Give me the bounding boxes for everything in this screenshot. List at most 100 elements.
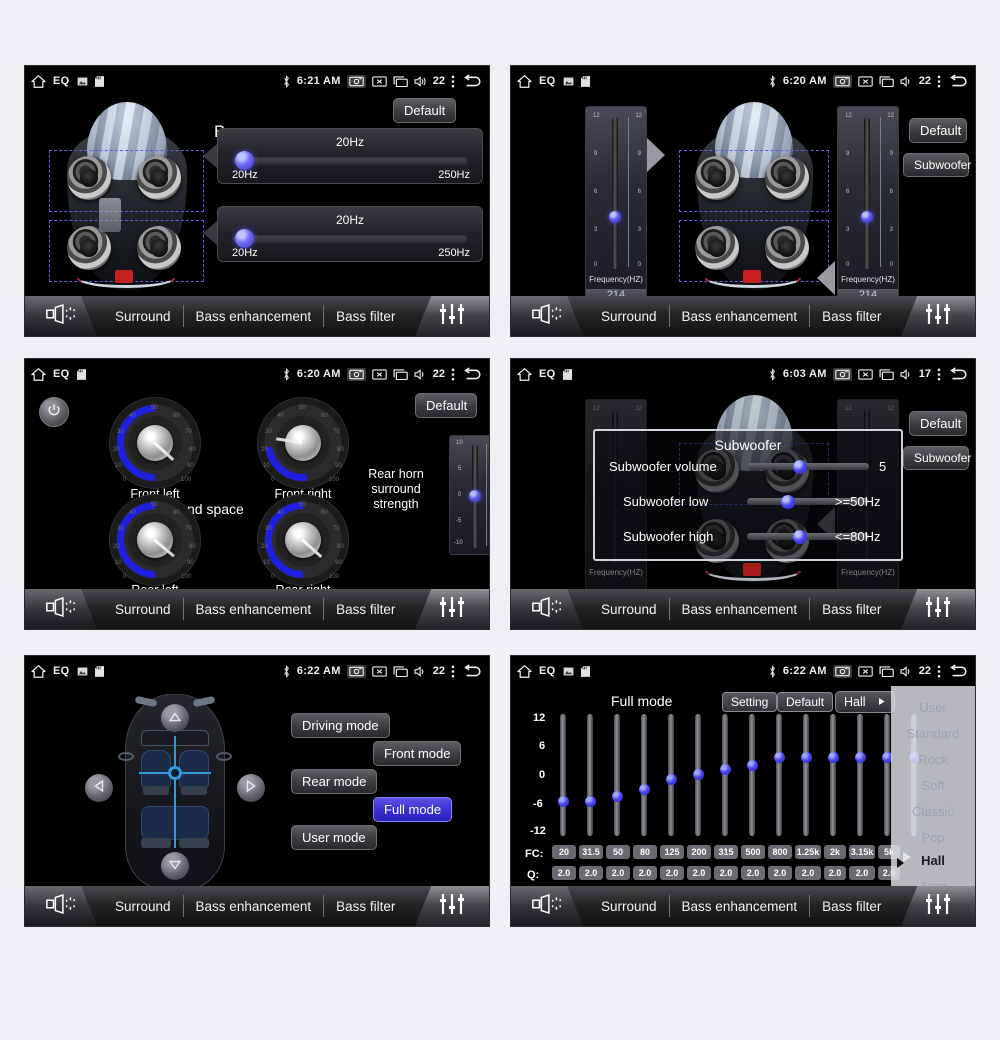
slider-track-2[interactable]: [232, 234, 468, 243]
back-icon[interactable]: [461, 74, 483, 88]
nudge-right-button[interactable]: [237, 774, 265, 802]
setting-button[interactable]: Setting: [722, 692, 778, 712]
eq-slider-slot[interactable]: [587, 714, 593, 836]
bass-range-slider-1[interactable]: 20Hz 20Hz 250Hz: [217, 128, 483, 184]
default-button[interactable]: Default: [909, 411, 967, 436]
nudge-down-button[interactable]: [161, 852, 189, 880]
more-vert-icon[interactable]: [937, 368, 941, 381]
q-chip[interactable]: 2.0: [687, 866, 711, 880]
eq-default-button[interactable]: Default: [777, 692, 834, 712]
eq-slider-slot[interactable]: [614, 714, 620, 836]
frequency-track-left[interactable]: [612, 117, 618, 269]
back-icon[interactable]: [461, 664, 483, 678]
tab-surround[interactable]: Surround: [589, 598, 669, 620]
tab-equalizer[interactable]: [901, 296, 975, 336]
eq-band-knob[interactable]: [801, 752, 812, 763]
more-vert-icon[interactable]: [937, 665, 941, 678]
tab-equalizer[interactable]: [901, 589, 975, 629]
q-chip[interactable]: 2.0: [849, 866, 875, 880]
dial-front-right[interactable]: 40 50 60 30 70 20 80 10 90 0 100: [249, 389, 357, 497]
eq-slider-slot[interactable]: [884, 714, 890, 836]
eq-band-knob[interactable]: [828, 752, 839, 763]
recents-icon[interactable]: [879, 75, 894, 87]
rear-horn-knob[interactable]: [469, 490, 481, 502]
eq-band-knob[interactable]: [774, 752, 785, 763]
volume-icon[interactable]: [900, 665, 913, 677]
screenshot-icon[interactable]: [858, 368, 873, 380]
camera-icon[interactable]: [346, 74, 366, 88]
fc-chip[interactable]: 20: [552, 845, 576, 859]
volume-icon[interactable]: [414, 665, 427, 677]
home-icon[interactable]: [31, 367, 46, 381]
home-icon[interactable]: [517, 367, 532, 381]
eq-band-knob[interactable]: [585, 796, 596, 807]
camera-icon[interactable]: [832, 74, 852, 88]
slider-knob-1[interactable]: [235, 151, 254, 170]
more-vert-icon[interactable]: [451, 75, 455, 88]
screenshot-icon[interactable]: [858, 75, 873, 87]
recents-icon[interactable]: [879, 368, 894, 380]
q-chip[interactable]: 2.0: [606, 866, 630, 880]
recents-icon[interactable]: [393, 665, 408, 677]
power-button[interactable]: [39, 397, 69, 427]
eq-band-knob[interactable]: [720, 764, 731, 775]
dial-rear-left[interactable]: 40 50 60 30 70 20 80 10 90 0 100: [101, 486, 209, 594]
camera-icon[interactable]: [346, 664, 366, 678]
tab-bass-filter[interactable]: Bass filter: [809, 598, 893, 620]
q-chip[interactable]: 2.0: [579, 866, 603, 880]
subwoofer-button[interactable]: Subwoofer: [903, 446, 971, 470]
nudge-up-button[interactable]: [161, 704, 189, 732]
volume-icon[interactable]: [900, 75, 913, 87]
volume-icon[interactable]: [414, 368, 427, 380]
tab-bass-enhancement[interactable]: Bass enhancement: [182, 598, 324, 620]
eq-slider-slot[interactable]: [857, 714, 863, 836]
q-chip[interactable]: 2.0: [552, 866, 576, 880]
preset-item-classic[interactable]: Classic: [891, 804, 975, 819]
tab-bass-enhancement[interactable]: Bass enhancement: [668, 895, 810, 917]
rear-horn-slider[interactable]: 10 5 0 -5 -10 10 5 0 -5 -10: [449, 435, 489, 555]
recents-icon[interactable]: [393, 368, 408, 380]
recents-icon[interactable]: [879, 665, 894, 677]
default-button[interactable]: Default: [393, 98, 457, 123]
subwoofer-button[interactable]: Subwoofer: [903, 153, 971, 177]
tab-speaker[interactable]: [511, 589, 583, 629]
tab-equalizer[interactable]: [901, 886, 975, 926]
preset-select[interactable]: Hall: [835, 691, 895, 713]
eq-slider-slot[interactable]: [749, 714, 755, 836]
preset-item-hall[interactable]: Hall: [891, 853, 975, 868]
mode-button-user[interactable]: User mode: [291, 825, 377, 850]
eq-slider-slot[interactable]: [830, 714, 836, 836]
tab-bass-filter[interactable]: Bass filter: [809, 895, 893, 917]
volume-icon[interactable]: [900, 368, 913, 380]
home-icon[interactable]: [517, 664, 532, 678]
nudge-left-button[interactable]: [85, 774, 113, 802]
q-chip[interactable]: 2.0: [660, 866, 684, 880]
q-chip[interactable]: 2.0: [714, 866, 738, 880]
tab-speaker[interactable]: [25, 886, 97, 926]
recents-icon[interactable]: [393, 75, 408, 87]
q-chip[interactable]: 2.0: [824, 866, 846, 880]
eq-slider-slot[interactable]: [722, 714, 728, 836]
frequency-column-left[interactable]: 12 9 6 3 0 12 9 6 3 0 Frequency(HZ) 214 …: [585, 106, 647, 329]
subwoofer-volume-knob[interactable]: [793, 460, 807, 474]
q-chip[interactable]: 2.0: [633, 866, 657, 880]
fc-chip[interactable]: 1.25k: [795, 845, 821, 859]
eq-band-knob[interactable]: [558, 796, 569, 807]
tab-surround[interactable]: Surround: [103, 305, 183, 327]
fc-chip[interactable]: 315: [714, 845, 738, 859]
tab-surround[interactable]: Surround: [103, 895, 183, 917]
screenshot-icon[interactable]: [372, 665, 387, 677]
frequency-knob-left[interactable]: [609, 211, 621, 223]
fc-chip[interactable]: 500: [741, 845, 765, 859]
screenshot-icon[interactable]: [372, 368, 387, 380]
fc-chip[interactable]: 125: [660, 845, 684, 859]
home-icon[interactable]: [517, 74, 532, 88]
tab-speaker[interactable]: [511, 296, 583, 336]
mode-button-front[interactable]: Front mode: [373, 741, 462, 766]
tab-speaker[interactable]: [25, 589, 97, 629]
tab-bass-enhancement[interactable]: Bass enhancement: [668, 598, 810, 620]
preset-item-rock[interactable]: Rock: [891, 752, 975, 767]
back-icon[interactable]: [947, 74, 969, 88]
eq-slider-slot[interactable]: [560, 714, 566, 836]
fc-chip[interactable]: 3.15k: [849, 845, 875, 859]
